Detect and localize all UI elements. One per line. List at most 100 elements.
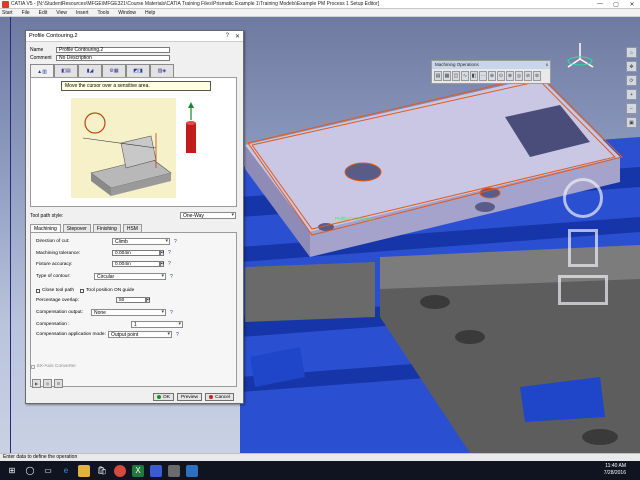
navigation-box[interactable] (568, 229, 598, 267)
tab-finishing[interactable]: Finishing (92, 224, 121, 232)
fixture-help[interactable]: ? (168, 261, 171, 267)
tab-tool[interactable]: ▮◢ (78, 64, 102, 77)
pocketing-icon[interactable]: ▤ (434, 71, 442, 81)
menu-help[interactable]: Help (145, 10, 155, 16)
store-icon[interactable]: 🛍 (96, 465, 108, 477)
contour-help[interactable]: ? (170, 274, 173, 280)
menu-view[interactable]: View (56, 10, 67, 16)
comment-field[interactable]: No Description (56, 55, 170, 61)
tool-position-guide-checkbox[interactable]: Tool position ON guide (80, 288, 134, 293)
zoom-in-icon[interactable]: + (626, 89, 637, 100)
five-axis-checkbox[interactable] (31, 364, 35, 369)
fit-all-icon[interactable]: ⌂ (626, 47, 637, 58)
menu-start[interactable]: Start (2, 10, 13, 16)
tab-macros[interactable]: ◩◨ (126, 64, 150, 77)
contour-select[interactable]: Circular (94, 273, 166, 280)
ok-button[interactable]: OK (153, 393, 174, 401)
navigation-circle[interactable] (563, 178, 603, 218)
point-to-point-icon[interactable]: ⋯ (479, 71, 487, 81)
windows-start-icon[interactable]: ⊞ (6, 465, 18, 477)
photos-icon[interactable] (168, 464, 180, 477)
close-tool-path-checkbox[interactable]: Close tool path (36, 288, 74, 293)
spot-drilling-icon[interactable]: ⊙ (497, 71, 505, 81)
dialog-close-button[interactable]: ✕ (235, 33, 240, 40)
app-icon[interactable] (186, 464, 198, 477)
rotate-icon[interactable]: ⟳ (626, 75, 637, 86)
menu-file[interactable]: File (22, 10, 30, 16)
dialog-title-bar: Profile Contouring.2 ? ✕ (26, 31, 243, 42)
tab-feeds-speeds[interactable]: ⚙▦ (102, 64, 126, 77)
tab-hsm[interactable]: HSM (122, 224, 142, 232)
direction-help[interactable]: ? (174, 239, 177, 245)
specification-tree[interactable] (0, 17, 24, 453)
pan-icon[interactable]: ✥ (626, 61, 637, 72)
fixture-spinner[interactable]: ▴▾ (160, 261, 164, 267)
dialog-buttons: OK Preview Cancel (153, 393, 234, 401)
comp-output-row: Compensation output: None ? (36, 309, 236, 316)
tolerance-input[interactable]: 0.004in (112, 250, 160, 256)
direction-select[interactable]: Climb (112, 238, 170, 245)
machining-toolbar-close[interactable]: x (546, 61, 550, 69)
tolerance-spinner[interactable]: ▴▾ (160, 250, 164, 256)
tolerance-help[interactable]: ? (168, 250, 171, 256)
fixture-input[interactable]: 0.004in (112, 261, 160, 267)
dialog-tool-icons: ▶ ◎ ☰ (32, 379, 63, 388)
catia-taskbar-icon[interactable] (150, 464, 162, 477)
edge-icon[interactable]: e (60, 465, 72, 477)
comp-output-help[interactable]: ? (170, 310, 173, 316)
system-clock[interactable]: 11:40 AM 7/28/2016 (604, 463, 626, 477)
tab-strategy[interactable]: ▲▥ (30, 64, 54, 78)
profile-contouring-icon[interactable]: ◫ (452, 71, 460, 81)
tab-geometry[interactable]: ◧▤ (54, 64, 78, 77)
tab-machining[interactable]: Machining (30, 224, 61, 232)
excel-icon[interactable]: X (132, 464, 144, 477)
file-explorer-icon[interactable] (78, 464, 90, 477)
tool-simulate-icon[interactable]: ◎ (43, 379, 52, 388)
comp-mode-select[interactable]: Output point (108, 331, 172, 338)
five-axis-converter: 5X-Axis Converter (31, 364, 76, 369)
reaming-icon[interactable]: ⊘ (524, 71, 532, 81)
task-view-icon[interactable]: ▭ (42, 465, 54, 477)
counterbore-icon[interactable]: ⊚ (533, 71, 541, 81)
overlap-spinner[interactable]: ▴▾ (146, 297, 150, 303)
view-toolbar: ⌂ ✥ ⟳ + − ▣ (626, 47, 638, 128)
chrome-icon[interactable] (114, 464, 126, 477)
tool-report-icon[interactable]: ☰ (54, 379, 63, 388)
groove-milling-icon[interactable]: ◧ (470, 71, 478, 81)
window-title: CATIA V5 - [N:\StudentResources\MFGE\MFG… (11, 1, 380, 7)
dialog-help-button[interactable]: ? (226, 33, 229, 40)
normal-view-icon[interactable]: ▣ (626, 117, 637, 128)
menu-tools[interactable]: Tools (98, 10, 110, 16)
title-bar: CATIA V5 - [N:\StudentResources\MFGE\MFG… (0, 0, 640, 9)
tab-extra[interactable]: ▧◈ (150, 64, 174, 77)
search-icon[interactable]: ◯ (24, 465, 36, 477)
tool-replay-icon[interactable]: ▶ (32, 379, 41, 388)
compensation-select[interactable]: 1 (131, 321, 183, 328)
close-window-button[interactable]: ✕ (624, 0, 640, 9)
tab-stepover[interactable]: Stepover (62, 224, 91, 232)
direction-row: Direction of cut: Climb ? (36, 238, 236, 245)
tool-path-style-select[interactable]: One-Way (180, 212, 236, 219)
catia-app-icon (2, 0, 9, 8)
zoom-out-icon[interactable]: − (626, 103, 637, 114)
cancel-button[interactable]: Cancel (205, 393, 234, 401)
navigation-slider[interactable] (558, 275, 608, 305)
strategy-tabs: Machining Stepover Finishing HSM (30, 224, 142, 232)
facing-icon[interactable]: ▦ (443, 71, 451, 81)
comp-output-select[interactable]: None (91, 309, 166, 316)
boring-icon[interactable]: ◎ (515, 71, 523, 81)
preview-button[interactable]: Preview (176, 393, 202, 401)
sensitive-picture[interactable] (30, 77, 237, 207)
overlap-input[interactable]: 50 (116, 297, 146, 303)
menu-edit[interactable]: Edit (39, 10, 48, 16)
menu-window[interactable]: Window (118, 10, 136, 16)
minimize-button[interactable]: — (592, 0, 608, 9)
compass-widget[interactable] (560, 37, 600, 77)
menu-insert[interactable]: Insert (76, 10, 89, 16)
name-field[interactable]: Profile Contouring.2 (56, 47, 170, 53)
comp-mode-help[interactable]: ? (176, 332, 179, 338)
drilling-icon[interactable]: ⊕ (488, 71, 496, 81)
tapping-icon[interactable]: ⊗ (506, 71, 514, 81)
maximize-button[interactable]: ▢ (608, 0, 624, 9)
curve-following-icon[interactable]: ∿ (461, 71, 469, 81)
